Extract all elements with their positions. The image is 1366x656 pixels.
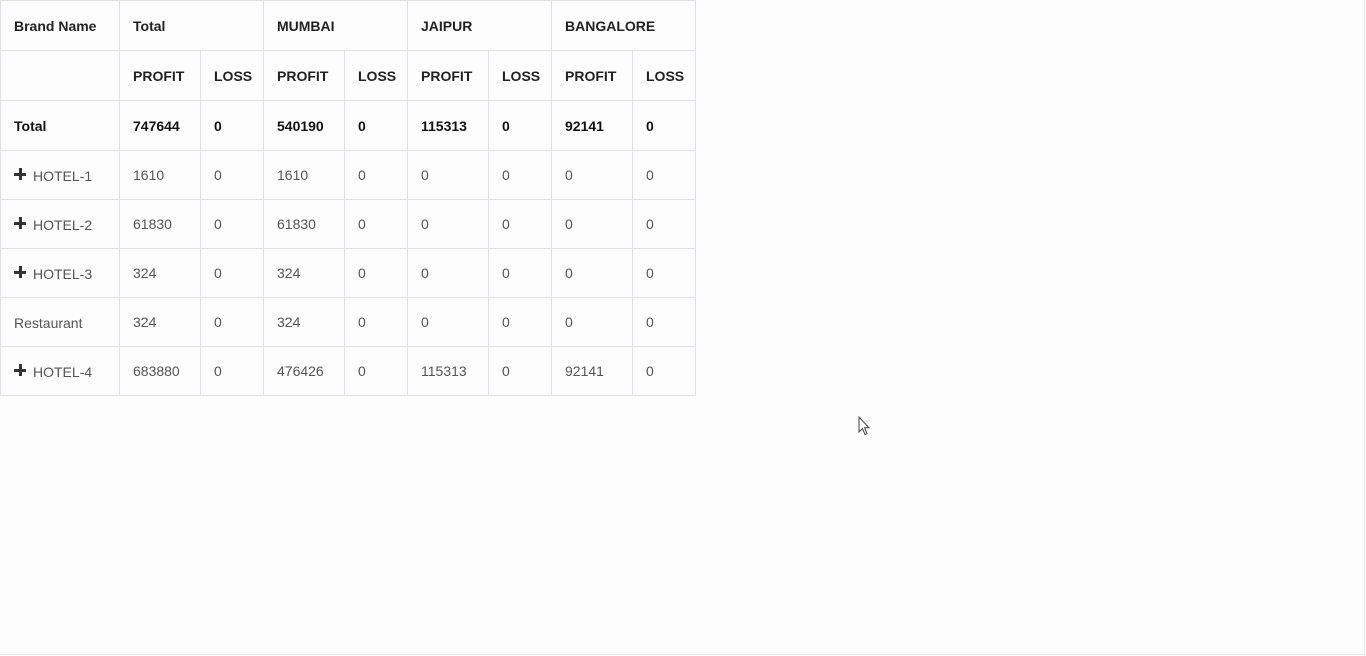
bangalore-loss-cell: 0 — [632, 100, 696, 151]
city-header-bangalore[interactable]: BANGALORE — [551, 0, 696, 51]
brand-name-header[interactable]: Brand Name — [0, 0, 120, 51]
brand-subheader-empty — [0, 50, 120, 101]
mumbai-profit-header[interactable]: PROFIT — [263, 50, 345, 101]
bangalore-profit-cell: 92141 — [551, 100, 633, 151]
data-rows: HOTEL-1 1610 0 1610 0 0 0 0 0 HOTEL-2 61830 0 61830 0… — [0, 150, 696, 396]
brand-name-cell[interactable]: HOTEL-1 — [0, 150, 120, 200]
brand-name-cell: Restaurant — [0, 297, 120, 347]
total-profit-header[interactable]: PROFIT — [119, 50, 201, 101]
brand-name-cell[interactable]: HOTEL-4 — [0, 346, 120, 396]
total-profit-cell: 324 — [119, 248, 201, 298]
row-label: HOTEL-3 — [33, 265, 93, 282]
jaipur-loss-cell: 0 — [488, 297, 552, 347]
pivot-table: Brand Name Total MUMBAI JAIPUR BANGALORE… — [0, 0, 696, 396]
total-loss-cell: 0 — [200, 248, 264, 298]
mumbai-profit-cell: 540190 — [263, 100, 345, 151]
jaipur-profit-cell: 0 — [407, 248, 489, 298]
plus-icon[interactable] — [14, 364, 26, 377]
total-loss-cell: 0 — [200, 150, 264, 200]
table-row: HOTEL-3 324 0 324 0 0 0 0 0 — [0, 248, 696, 298]
jaipur-profit-cell: 115313 — [407, 346, 489, 396]
plus-icon[interactable] — [14, 168, 26, 181]
row-label: HOTEL-2 — [33, 216, 93, 233]
jaipur-loss-cell: 0 — [488, 100, 552, 151]
jaipur-loss-cell: 0 — [488, 150, 552, 200]
total-loss-cell: 0 — [200, 346, 264, 396]
city-header-jaipur[interactable]: JAIPUR — [407, 0, 552, 51]
total-profit-cell: 324 — [119, 297, 201, 347]
mumbai-loss-cell: 0 — [344, 346, 408, 396]
bangalore-profit-cell: 0 — [551, 150, 633, 200]
bangalore-profit-header[interactable]: PROFIT — [551, 50, 633, 101]
table-row: HOTEL-1 1610 0 1610 0 0 0 0 0 — [0, 150, 696, 200]
total-profit-cell: 61830 — [119, 199, 201, 249]
total-profit-cell: 1610 — [119, 150, 201, 200]
jaipur-profit-cell: 0 — [407, 199, 489, 249]
plus-icon[interactable] — [14, 217, 26, 230]
mumbai-loss-cell: 0 — [344, 199, 408, 249]
total-profit-cell: 683880 — [119, 346, 201, 396]
total-loss-cell: 0 — [200, 199, 264, 249]
row-label: HOTEL-4 — [33, 363, 93, 380]
mumbai-loss-cell: 0 — [344, 297, 408, 347]
mumbai-loss-cell: 0 — [344, 100, 408, 151]
jaipur-profit-header[interactable]: PROFIT — [407, 50, 489, 101]
jaipur-profit-cell: 0 — [407, 150, 489, 200]
mumbai-profit-cell: 476426 — [263, 346, 345, 396]
mumbai-profit-cell: 61830 — [263, 199, 345, 249]
total-profit-cell: 747644 — [119, 100, 201, 151]
total-loss-cell: 0 — [200, 297, 264, 347]
subheader-row: PROFIT LOSS PROFIT LOSS PROFIT LOSS PROF… — [0, 50, 696, 101]
total-loss-cell: 0 — [200, 100, 264, 151]
jaipur-loss-header[interactable]: LOSS — [488, 50, 552, 101]
jaipur-profit-cell: 115313 — [407, 100, 489, 151]
mumbai-profit-cell: 324 — [263, 297, 345, 347]
bangalore-loss-cell: 0 — [632, 150, 696, 200]
plus-icon[interactable] — [14, 266, 26, 279]
mouse-pointer-icon — [858, 416, 870, 436]
table-row: HOTEL-4 683880 0 476426 0 115313 0 92141 0 — [0, 346, 696, 396]
mumbai-loss-cell: 0 — [344, 248, 408, 298]
total-loss-header[interactable]: LOSS — [200, 50, 264, 101]
bangalore-profit-cell: 0 — [551, 248, 633, 298]
table-row: HOTEL-2 61830 0 61830 0 0 0 0 0 — [0, 199, 696, 249]
jaipur-loss-cell: 0 — [488, 346, 552, 396]
bangalore-profit-cell: 92141 — [551, 346, 633, 396]
city-header-mumbai[interactable]: MUMBAI — [263, 0, 408, 51]
row-label: HOTEL-1 — [33, 167, 93, 184]
jaipur-profit-cell: 0 — [407, 297, 489, 347]
row-label: Restaurant — [14, 314, 83, 331]
header-row: Brand Name Total MUMBAI JAIPUR BANGALORE — [0, 0, 696, 51]
brand-name-cell[interactable]: HOTEL-3 — [0, 248, 120, 298]
bangalore-loss-cell: 0 — [632, 346, 696, 396]
bangalore-loss-header[interactable]: LOSS — [632, 50, 696, 101]
jaipur-loss-cell: 0 — [488, 248, 552, 298]
mumbai-loss-cell: 0 — [344, 150, 408, 200]
brand-name-cell[interactable]: HOTEL-2 — [0, 199, 120, 249]
jaipur-loss-cell: 0 — [488, 199, 552, 249]
total-header[interactable]: Total — [119, 0, 264, 51]
table-row: Restaurant 324 0 324 0 0 0 0 0 — [0, 297, 696, 347]
bangalore-profit-cell: 0 — [551, 297, 633, 347]
mumbai-profit-cell: 324 — [263, 248, 345, 298]
total-row: Total 747644 0 540190 0 115313 0 92141 0 — [0, 100, 696, 151]
mumbai-loss-header[interactable]: LOSS — [344, 50, 408, 101]
bangalore-loss-cell: 0 — [632, 248, 696, 298]
bangalore-profit-cell: 0 — [551, 199, 633, 249]
mumbai-profit-cell: 1610 — [263, 150, 345, 200]
total-row-label: Total — [0, 100, 120, 151]
bangalore-loss-cell: 0 — [632, 297, 696, 347]
bangalore-loss-cell: 0 — [632, 199, 696, 249]
